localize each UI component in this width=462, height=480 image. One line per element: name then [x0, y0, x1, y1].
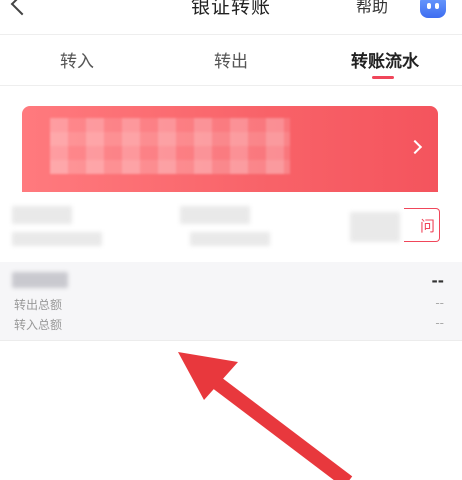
annotation-arrow-icon	[178, 352, 353, 480]
